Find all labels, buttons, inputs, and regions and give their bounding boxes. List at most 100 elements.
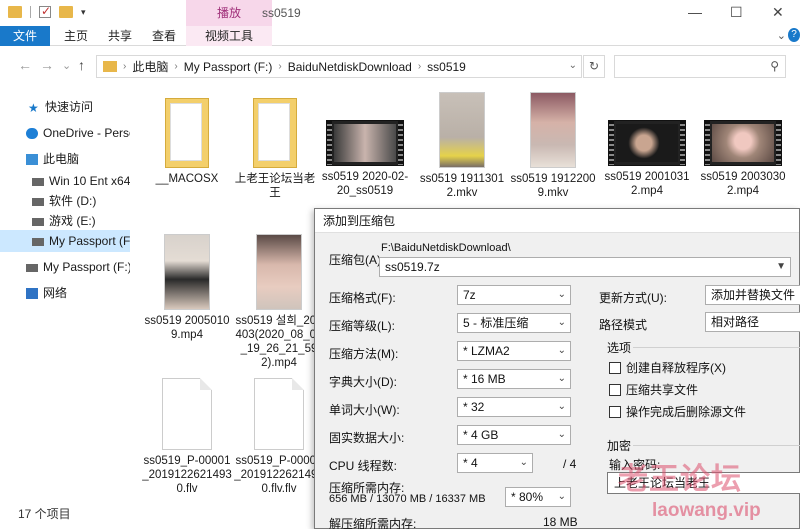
breadcrumb-this-pc[interactable]: 此电脑 (132, 58, 168, 75)
divider (30, 6, 31, 18)
document-icon (254, 378, 304, 450)
compress-shared-checkbox[interactable]: 压缩共享文件 (609, 381, 698, 398)
method-value: * LZMA2 (463, 344, 510, 358)
quick-access-toolbar: ▾ (8, 4, 86, 18)
file-item[interactable]: ss0519 20050109.mp4 (142, 234, 232, 342)
dictionary-select[interactable]: * 16 MB ⌄ (457, 369, 571, 389)
file-name: ss0519 2020-02-20_ss0519 (321, 171, 409, 197)
file-item[interactable]: ss0519 19113012.mkv (417, 92, 507, 200)
sidebar-item-drive-c[interactable]: Win 10 Ent x64 ( (0, 170, 130, 192)
tab-view[interactable]: 查看 (144, 26, 184, 46)
file-item[interactable]: ss0519 19122009.mkv (508, 92, 598, 200)
window-title: ss0519 (262, 6, 301, 20)
file-name: ss0519 20030302.mp4 (700, 171, 786, 197)
breadcrumb-separator: › (123, 61, 127, 72)
checkbox-box[interactable] (609, 383, 621, 396)
new-folder-icon[interactable] (59, 6, 73, 18)
dictionary-value: * 16 MB (463, 372, 506, 386)
context-tab-play[interactable]: 播放 (186, 0, 272, 26)
recent-locations-button[interactable]: ⌄ (62, 59, 71, 72)
tab-file[interactable]: 文件 (0, 26, 50, 46)
tab-home[interactable]: 主页 (56, 26, 96, 46)
file-name: ss0519_P-00001_20191226214930.flv (142, 455, 232, 495)
sidebar-item-label: OneDrive - Perso (43, 126, 130, 140)
file-item[interactable]: ss0519_P-00001_20191226214930.flv.flv (234, 378, 324, 496)
maximize-button[interactable]: ☐ (730, 4, 743, 21)
file-item[interactable]: ss0519 20030302.mp4 (698, 120, 788, 198)
word-size-select[interactable]: * 32 ⌄ (457, 397, 571, 417)
sidebar-item-this-pc[interactable]: 此电脑 (0, 148, 130, 170)
memory-percent-select[interactable]: * 80% ⌄ (505, 487, 571, 507)
cpu-threads-select[interactable]: * 4 ⌄ (457, 453, 533, 473)
update-mode-select[interactable]: 添加并替换文件 (705, 285, 800, 305)
file-item[interactable]: ss0519 2020-02-20_ss0519 (320, 120, 410, 198)
drive-icon (26, 263, 38, 272)
path-mode-label: 路径模式 (599, 318, 648, 332)
up-button[interactable]: ↑ (78, 57, 85, 73)
tab-video-tools[interactable]: 视频工具 (186, 26, 272, 46)
sidebar-item-drive-f[interactable]: My Passport (F:) (0, 230, 130, 252)
format-select[interactable]: 7z ⌄ (457, 285, 571, 305)
minimize-button[interactable]: — (688, 4, 702, 20)
close-button[interactable]: ✕ (772, 4, 784, 21)
file-name: ss0519 20050109.mp4 (144, 315, 230, 341)
checkbox-box[interactable] (609, 405, 621, 418)
sidebar-item-passport[interactable]: My Passport (F:) (0, 256, 130, 278)
status-bar: 17 个项目 (0, 500, 320, 529)
breadcrumb-current[interactable]: ss0519 (427, 60, 466, 74)
sidebar-item-onedrive[interactable]: OneDrive - Perso (0, 122, 130, 144)
dialog-title: 添加到压缩包 (315, 209, 799, 233)
breadcrumb-download[interactable]: BaiduNetdiskDownload (288, 60, 412, 74)
customize-toolbar-icon[interactable]: ▾ (81, 7, 86, 18)
chevron-down-icon: ⌄ (557, 289, 566, 300)
word-size-value: * 32 (463, 400, 485, 414)
drive-icon (32, 197, 44, 206)
properties-icon[interactable] (39, 4, 51, 18)
breadcrumb-separator: › (417, 61, 422, 72)
folder-icon[interactable] (8, 6, 22, 18)
cpu-threads-value: * 4 (463, 456, 478, 470)
sidebar-item-drive-e[interactable]: 游戏 (E:) (0, 210, 130, 232)
ribbon-tabs: 文件 主页 共享 查看 视频工具 ⌄ ? (0, 26, 800, 46)
sidebar-item-drive-d[interactable]: 软件 (D:) (0, 190, 130, 212)
solid-size-label: 固实数据大小: (329, 431, 405, 445)
document-icon (162, 378, 212, 450)
sidebar-item-label: 软件 (D:) (49, 194, 97, 208)
checkbox-label: 操作完成后删除源文件 (626, 405, 747, 419)
address-dropdown-icon[interactable]: ⌄ (569, 60, 577, 71)
checkbox-box[interactable] (609, 361, 621, 374)
search-input[interactable]: ⚲ (614, 55, 786, 78)
help-icon[interactable]: ? (788, 28, 800, 42)
sidebar-item-label: My Passport (F:) (43, 260, 130, 274)
expand-ribbon-icon[interactable]: ⌄ (777, 29, 786, 42)
archive-path: F:\BaiduNetdiskDownload\ (381, 242, 511, 254)
star-icon: ★ (28, 101, 39, 116)
delete-after-checkbox[interactable]: 操作完成后删除源文件 (609, 403, 746, 420)
cpu-threads-total: / 4 (563, 457, 577, 471)
file-item[interactable]: ss0519_P-00001_20191226214930.flv (142, 378, 232, 496)
sidebar-item-network[interactable]: 网络 (0, 282, 130, 304)
title-bar: ▾ 播放 ss0519 — ☐ ✕ (0, 0, 800, 26)
file-name: ss0519 20010312.mp4 (604, 171, 690, 197)
file-item[interactable]: __MACOSX (142, 98, 232, 186)
back-button[interactable]: ← (18, 57, 32, 73)
tab-share[interactable]: 共享 (100, 26, 140, 46)
file-item[interactable]: 上老王论坛当老王 (230, 98, 320, 200)
file-item[interactable]: ss0519 20010312.mp4 (602, 120, 692, 198)
video-thumbnail (164, 234, 210, 310)
level-select[interactable]: 5 - 标准压缩 ⌄ (457, 313, 571, 333)
path-mode-select[interactable]: 相对路径 (705, 312, 800, 332)
breadcrumb-drive[interactable]: My Passport (F:) (184, 60, 273, 74)
method-select[interactable]: * LZMA2 ⌄ (457, 341, 571, 361)
forward-button[interactable]: → (40, 57, 54, 73)
self-extracting-checkbox[interactable]: 创建自释放程序(X) (609, 359, 726, 376)
level-label: 压缩等级(L): (329, 319, 396, 333)
word-size-label: 单词大小(W): (329, 403, 400, 417)
sidebar-item-quick-access[interactable]: ★ 快速访问 (0, 96, 130, 118)
archive-name-input[interactable]: ss0519.7z ▼ (379, 257, 791, 277)
refresh-button[interactable]: ↻ (583, 55, 605, 78)
address-bar[interactable]: › 此电脑 › My Passport (F:) › BaiduNetdiskD… (96, 55, 582, 78)
file-item[interactable]: ss0519 설희_200403(2020_08_03_19_26_21_592… (234, 234, 324, 370)
solid-size-select[interactable]: * 4 GB ⌄ (457, 425, 571, 445)
pc-icon (26, 154, 38, 166)
